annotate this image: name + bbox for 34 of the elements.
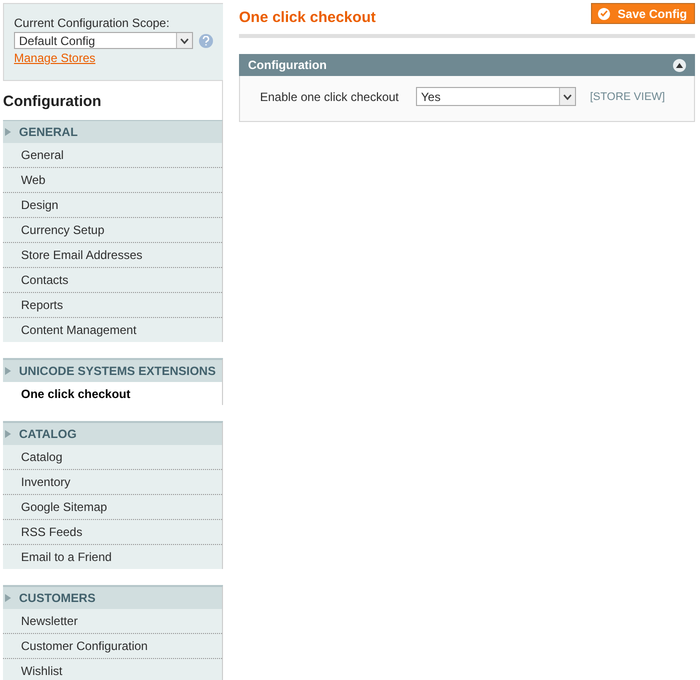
expand-arrow-icon xyxy=(5,594,11,602)
field-label: Enable one click checkout xyxy=(260,90,400,104)
expand-arrow-icon xyxy=(5,430,11,438)
scope-select[interactable]: Default Config xyxy=(14,32,194,49)
expand-arrow-icon xyxy=(5,367,11,375)
section-header[interactable]: Configuration xyxy=(239,54,695,76)
sidebar-item[interactable]: One click checkout xyxy=(3,382,222,405)
collapse-icon[interactable] xyxy=(673,58,686,72)
sidebar-item[interactable]: Customer Configuration xyxy=(3,634,222,659)
sidebar-item[interactable]: Newsletter xyxy=(3,609,222,634)
sidebar-item[interactable]: General xyxy=(3,143,222,168)
scope-label: Current Configuration Scope: xyxy=(14,16,170,30)
sidebar-item[interactable]: Design xyxy=(3,193,222,218)
sidebar-item[interactable]: Google Sitemap xyxy=(3,495,222,520)
page-title: One click checkout xyxy=(239,9,376,26)
sidebar-item[interactable]: Contacts xyxy=(3,268,222,293)
option-select[interactable]: Yes xyxy=(416,87,576,106)
sidebar-item[interactable]: Currency Setup xyxy=(3,218,222,243)
scope-note: [STORE VIEW] xyxy=(590,90,665,102)
sidebar-item[interactable]: Web xyxy=(3,168,222,193)
group-header[interactable]: GENERAL xyxy=(3,120,223,143)
sidebar-item[interactable]: Email to a Friend xyxy=(3,545,222,569)
group-header[interactable]: CATALOG xyxy=(3,422,223,445)
sidebar-item[interactable]: Store Email Addresses xyxy=(3,243,222,268)
sidebar-item[interactable]: Reports xyxy=(3,293,222,318)
check-icon xyxy=(598,8,610,20)
sidebar-item[interactable]: Inventory xyxy=(3,470,222,495)
sidebar-item[interactable]: RSS Feeds xyxy=(3,520,222,545)
sidebar-item[interactable]: Content Management xyxy=(3,318,222,342)
sidebar-item[interactable]: Wishlist xyxy=(3,659,222,680)
group-header[interactable]: UNICODE SYSTEMS EXTENSIONS xyxy=(3,359,223,382)
group-header[interactable]: CUSTOMERS xyxy=(3,586,223,609)
expand-arrow-icon xyxy=(5,128,11,136)
sidebar-item[interactable]: Catalog xyxy=(3,445,222,470)
